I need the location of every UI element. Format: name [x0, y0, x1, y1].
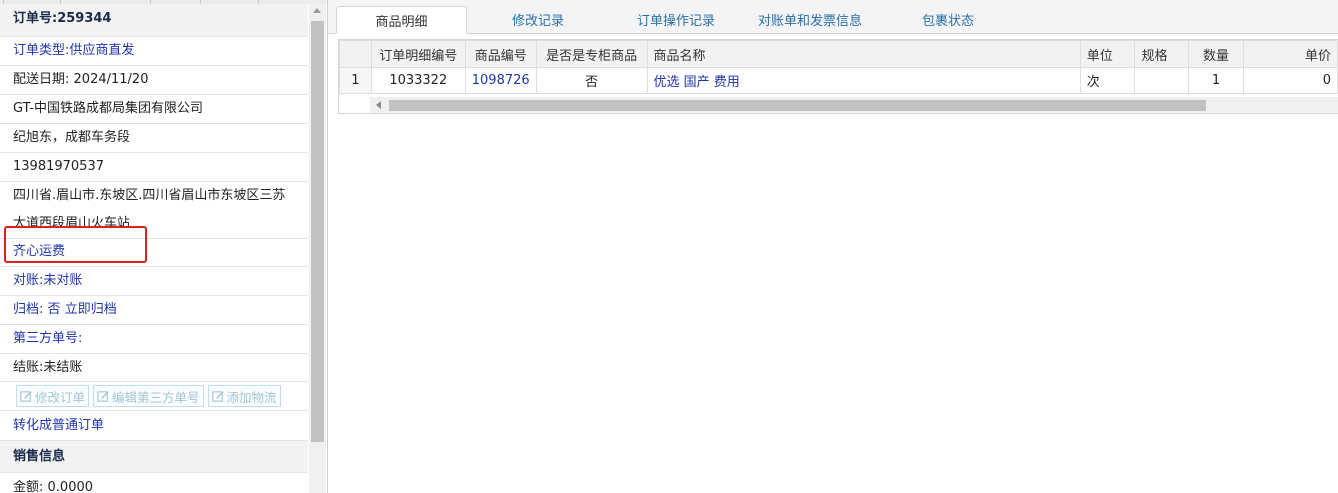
- archive-row: 归档: 否 立即归档: [0, 296, 308, 325]
- company-row: GT-中国铁路成都局集团有限公司: [0, 95, 308, 124]
- product-detail-grid: 订单明细编号 商品编号 是否是专柜商品 商品名称 单位 规格 数量 单价 1 1…: [338, 39, 1338, 114]
- edit-icon: [97, 390, 109, 402]
- highlight-box: [4, 226, 147, 263]
- edit-icon: [211, 390, 224, 402]
- scroll-left-arrow-icon[interactable]: [376, 101, 381, 109]
- order-number-label: 订单号:: [13, 11, 58, 26]
- action-buttons-row: 修改订单 编辑第三方单号 添加物流: [0, 382, 308, 411]
- amount-value: 0.0000: [47, 480, 94, 493]
- edit-order-label: 修改订单: [35, 389, 86, 405]
- reconcile-row: 对账:未对账: [0, 267, 308, 296]
- reconcile-label: 对账:: [13, 273, 44, 288]
- order-number-row: 订单号:259344: [0, 4, 308, 37]
- cell-quantity: 1: [1188, 67, 1244, 94]
- cell-is-counter: 否: [535, 67, 648, 94]
- settle-value: 未结账: [43, 360, 83, 375]
- contact-row: 纪旭东，成都车务段: [0, 124, 308, 153]
- table-row[interactable]: 1 1033322 1098726 否 优选 国产 费用 次 1 0: [339, 67, 1338, 94]
- tab-package-status[interactable]: 包裹状态: [892, 6, 1004, 33]
- col-unit-price[interactable]: 单价: [1242, 40, 1338, 68]
- third-party-label: 第三方单号:: [13, 331, 83, 346]
- tab-product-detail[interactable]: 商品明细: [336, 6, 467, 34]
- col-product-name[interactable]: 商品名称: [646, 40, 1081, 68]
- col-index: [339, 40, 372, 68]
- tab-modify-history[interactable]: 修改记录: [478, 6, 598, 33]
- delivery-date-row: 配送日期: 2024/11/20: [0, 66, 308, 95]
- order-type-row: 订单类型:供应商直发: [0, 37, 308, 66]
- tab-bar: 商品明细 修改记录 订单操作记录 对账单和发票信息 包裹状态: [328, 0, 1338, 34]
- archive-now-link[interactable]: 立即归档: [65, 302, 117, 317]
- reconcile-value: 未对账: [43, 273, 83, 288]
- col-detail-no[interactable]: 订单明细编号: [370, 40, 466, 68]
- amount-row: 金额: 0.0000: [0, 473, 308, 493]
- col-product-no[interactable]: 商品编号: [464, 40, 537, 68]
- edit-third-party-label: 编辑第三方单号: [112, 389, 200, 405]
- cell-unit: 次: [1079, 67, 1136, 94]
- phone-row: 13981970537: [0, 153, 308, 182]
- amount-label: 金额:: [13, 480, 44, 493]
- grid-horizontal-scrollbar[interactable]: [370, 97, 1338, 113]
- third-party-row: 第三方单号:: [0, 325, 308, 354]
- scrollbar-thumb[interactable]: [311, 21, 324, 442]
- convert-order-link[interactable]: 转化成普通订单: [0, 411, 308, 441]
- edit-order-button[interactable]: 修改订单: [16, 385, 90, 407]
- col-quantity[interactable]: 数量: [1188, 40, 1244, 68]
- order-type-value: 供应商直发: [69, 43, 135, 58]
- address-line-1: 四川省.眉山市.东坡区.四川省眉山市东坡区三苏: [13, 188, 286, 203]
- tab-operation-history[interactable]: 订单操作记录: [610, 6, 742, 33]
- scroll-up-arrow-icon[interactable]: [313, 8, 321, 13]
- settle-row: 结账:未结账: [0, 354, 308, 382]
- add-logistics-label: 添加物流: [226, 389, 277, 405]
- delivery-date-label: 配送日期:: [13, 72, 70, 87]
- add-logistics-button[interactable]: 添加物流: [207, 385, 281, 407]
- sales-info-header: 销售信息: [0, 441, 308, 473]
- tab-statement-invoice[interactable]: 对账单和发票信息: [738, 6, 882, 33]
- order-number-value: 259344: [57, 11, 112, 26]
- cell-spec: [1134, 67, 1190, 94]
- cell-product-name[interactable]: 优选 国产 费用: [646, 67, 1081, 94]
- left-panel-scrollbar[interactable]: [309, 4, 326, 493]
- archive-label: 归档:: [13, 302, 44, 317]
- edit-third-party-button[interactable]: 编辑第三方单号: [93, 385, 204, 407]
- table-header-row: 订单明细编号 商品编号 是否是专柜商品 商品名称 单位 规格 数量 单价: [339, 40, 1338, 68]
- delivery-date-value: 2024/11/20: [73, 72, 149, 87]
- scrollbar-thumb[interactable]: [389, 100, 1206, 111]
- product-table: 订单明细编号 商品编号 是否是专柜商品 商品名称 单位 规格 数量 单价 1 1…: [339, 40, 1338, 94]
- cell-detail-no: 1033322: [370, 67, 466, 94]
- col-unit[interactable]: 单位: [1079, 40, 1136, 68]
- order-info-panel: 订单号:259344 订单类型:供应商直发 配送日期: 2024/11/20 G…: [0, 0, 328, 493]
- row-index: 1: [339, 67, 372, 94]
- archive-value: 否: [47, 302, 61, 317]
- col-spec[interactable]: 规格: [1134, 40, 1190, 68]
- order-type-label: 订单类型:: [13, 43, 70, 58]
- edit-icon: [20, 390, 32, 402]
- cell-product-no[interactable]: 1098726: [464, 67, 537, 94]
- settle-label: 结账:: [13, 360, 44, 375]
- cell-unit-price: 0: [1242, 67, 1338, 94]
- col-is-counter[interactable]: 是否是专柜商品: [535, 40, 648, 68]
